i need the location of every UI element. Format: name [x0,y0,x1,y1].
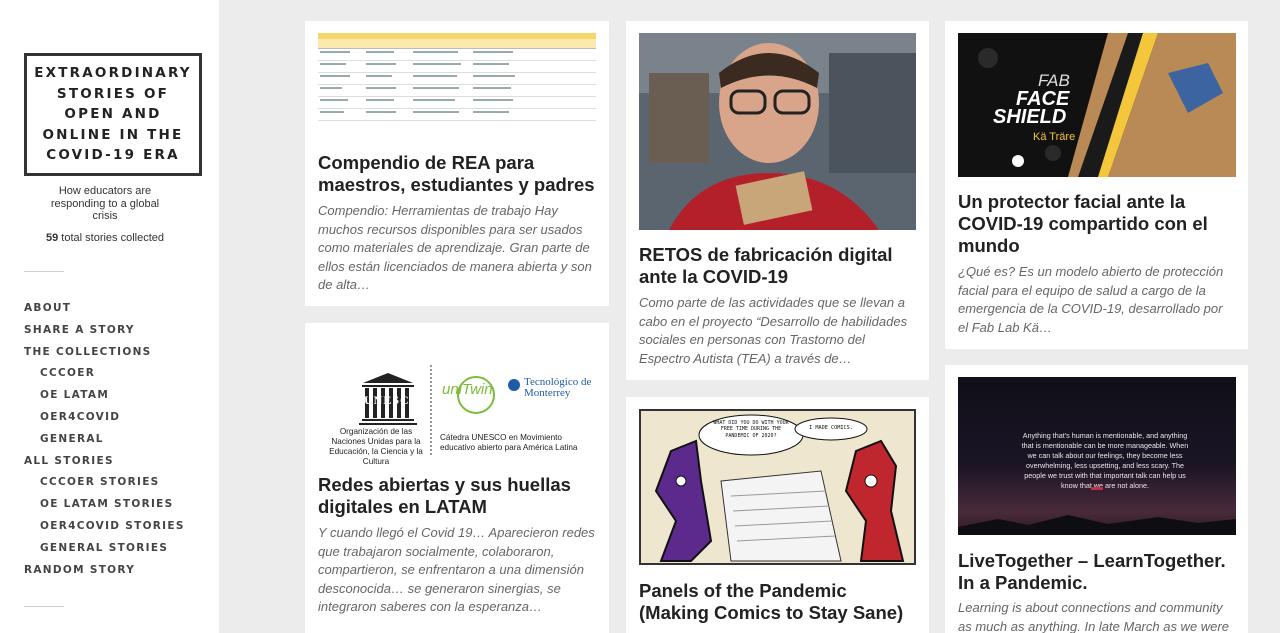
story-excerpt: Compendio: Herramientas de trabajo Hay m… [318,203,592,293]
story-count-label: total stories collected [61,232,165,244]
site-title: EXTRAORDINARY STORIES OF OPEN AND ONLINE… [34,65,192,164]
unesco-caption: Organización de las Naciones Unidas para… [329,427,423,465]
story-thumbnail[interactable]: Anything that’s human is mentionable, an… [958,377,1236,535]
story-excerpt: Y cuando llegó el Covid 19… Aparecieron … [318,525,595,615]
tec-wordmark: Tecnológico de Monterrey [524,376,592,399]
nav-item-oe-latam[interactable]: OE LATAM [24,387,185,409]
story-thumbnail[interactable]: UNESCO Organización de las Naciones Unid… [318,335,596,465]
nav-item-cccoer[interactable]: CCCOER [24,365,185,387]
story-card[interactable]: UNESCO Organización de las Naciones Unid… [305,323,609,633]
story-card[interactable]: RETOS de fabricación digital ante la COV… [626,21,929,380]
story-thumbnail[interactable]: WHAT DID YOU DO WITH YOUR FREE TIME DURI… [639,409,916,565]
shield-word: SHIELD [993,106,1067,128]
unitwin-caption: Cátedra UNESCO en Movimiento educativo a… [440,433,578,452]
story-title[interactable]: RETOS de fabricación digital ante la COV… [639,244,919,288]
nav-item-share-a-story[interactable]: SHARE A STORY [24,322,185,344]
unesco-word: UNESCO [364,393,421,407]
story-excerpt: Como parte de las actividades que se lle… [639,295,908,366]
story-title[interactable]: LiveTogether – LearnTogether. In a Pande… [958,550,1238,594]
spreadsheet-image [318,33,596,139]
nav-item-random-story[interactable]: RANDOM STORY [24,562,185,584]
story-thumbnail[interactable] [318,33,596,139]
nav-item-oe-latam-stories[interactable]: OE LATAM STORIES [24,496,185,518]
story-excerpt: ¿Qué es? Es un modelo abierto de protecc… [958,264,1224,335]
story-card[interactable]: WHAT DID YOU DO WITH YOUR FREE TIME DURI… [626,397,929,633]
comic-image: WHAT DID YOU DO WITH YOUR FREE TIME DURI… [639,409,916,565]
story-count-number: 59 [45,232,59,244]
nav-item-general[interactable]: GENERAL [24,431,185,453]
story-count: 59 total stories collected [24,232,186,244]
nav-item-oer4covid[interactable]: OER4COVID [24,409,185,431]
story-title[interactable]: Compendio de REA para maestros, estudian… [318,152,599,196]
story-excerpt: Learning is about connections and commun… [958,600,1229,633]
nav-item-about[interactable]: ABOUT [24,300,185,322]
face-shield-image: FAB FACE SHIELD Kä Träre [958,33,1236,177]
story-title[interactable]: Redes abiertas y sus huellas digitales e… [318,474,599,518]
story-card[interactable]: Compendio de REA para maestros, estudian… [305,21,609,306]
nav-item-the-collections[interactable]: THE COLLECTIONS [24,344,185,366]
main-nav: ABOUT SHARE A STORY THE COLLECTIONS CCCOER O… [24,300,185,583]
sidebar: EXTRAORDINARY STORIES OF OPEN AND ONLINE… [0,0,219,633]
nav-item-all-stories[interactable]: ALL STORIES [24,453,185,475]
comic-bubble-right: I MADE COMICS. [809,425,853,431]
site-title-link[interactable]: EXTRAORDINARY STORIES OF OPEN AND ONLINE… [24,53,202,176]
student-photo-image [639,33,916,230]
comic-bubble-left: WHAT DID YOU DO WITH YOUR FREE TIME DURI… [713,420,789,439]
sidebar-divider [24,271,64,272]
nav-item-general-stories[interactable]: GENERAL STORIES [24,540,185,562]
brand-word: Kä Träre [1033,131,1076,143]
nav-item-oer4covid-stories[interactable]: OER4COVID STORIES [24,518,185,540]
nav-item-cccoer-stories[interactable]: CCCOER STORIES [24,474,185,496]
quote-image: Anything that’s human is mentionable, an… [958,377,1236,535]
story-title[interactable]: Un protector facial ante la COVID-19 com… [958,191,1238,257]
story-thumbnail[interactable] [639,33,916,230]
site-tagline: How educators are responding to a global… [50,185,160,222]
sidebar-divider [24,606,64,607]
unesco-logos-image: UNESCO Organización de las Naciones Unid… [318,335,596,465]
story-thumbnail[interactable]: FAB FACE SHIELD Kä Träre [958,33,1236,177]
story-card[interactable]: FAB FACE SHIELD Kä Träre Un protector fa… [945,21,1248,349]
story-title[interactable]: Panels of the Pandemic (Making Comics to… [639,580,919,624]
unitwin-word: uniTwin [442,381,493,398]
story-card[interactable]: Anything that’s human is mentionable, an… [945,365,1248,633]
